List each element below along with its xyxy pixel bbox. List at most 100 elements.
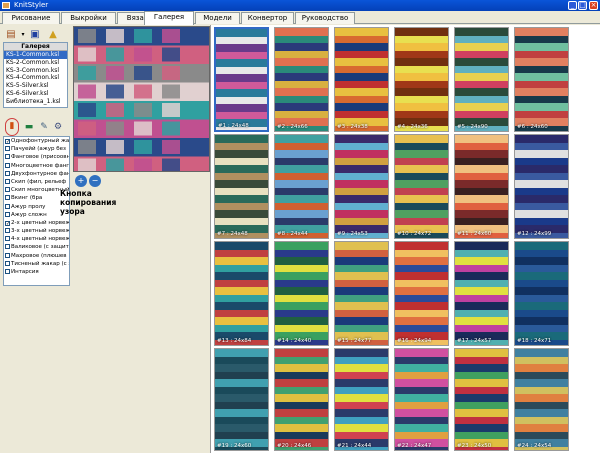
tab-models[interactable]: Модели: [195, 12, 240, 24]
pattern-thumbnail[interactable]: #19 : 24x60: [214, 348, 269, 451]
tab-patterns[interactable]: Выкройки: [61, 12, 116, 24]
list-item[interactable]: KS-2-Common.ksl: [4, 59, 67, 67]
export-icon[interactable]: ▬: [23, 120, 35, 134]
knit-type-item[interactable]: ✓Однофонтурный жак: [4, 137, 69, 145]
thumbnail-band: [455, 416, 508, 424]
list-item[interactable]: KS-1-Common.ksl: [4, 51, 67, 59]
zoom-out-icon[interactable]: −: [89, 175, 101, 187]
app-icon: [2, 2, 10, 9]
thumbnail-band: [335, 302, 388, 310]
thumbnail-band: [395, 287, 448, 295]
pattern-thumbnail[interactable]: #21 : 24x44: [334, 348, 389, 451]
thumbnail-band: [515, 287, 568, 295]
checkbox-icon[interactable]: [5, 154, 10, 160]
tab-converter[interactable]: Конвертор: [241, 12, 294, 24]
pattern-thumbnail[interactable]: #7 : 24x48: [214, 134, 269, 239]
checkbox-icon[interactable]: [5, 178, 10, 184]
minimize-button[interactable]: _: [568, 1, 577, 10]
zoom-in-icon[interactable]: +: [75, 175, 87, 187]
checkbox-icon[interactable]: [5, 244, 10, 250]
checkbox-icon[interactable]: [5, 162, 10, 168]
thumbnail-band: [215, 364, 268, 372]
checkbox-icon[interactable]: [5, 228, 10, 234]
pattern-thumbnail[interactable]: #9 : 24x53: [334, 134, 389, 239]
checkbox-icon[interactable]: [5, 146, 10, 152]
checkbox-icon[interactable]: [5, 211, 10, 217]
tab-drawing[interactable]: Рисование: [2, 12, 60, 24]
checkbox-checked-icon[interactable]: ✓: [5, 139, 10, 145]
pattern-thumbnail[interactable]: #4 : 24x36: [394, 27, 449, 132]
pattern-thumbnail[interactable]: #12 : 24x99: [514, 134, 569, 239]
thumbnail-label: #12 : 24x99: [517, 231, 552, 237]
thumbnail-band: [455, 379, 508, 387]
thumbnail-label: #20 : 24x46: [277, 443, 312, 449]
pattern-thumbnail[interactable]: #11 : 24x60: [454, 134, 509, 239]
knit-type-item[interactable]: Тисненый жакар (с з: [4, 260, 69, 268]
maximize-button[interactable]: □: [578, 1, 587, 10]
thumbnail-label: #6 : 24x60: [517, 124, 548, 130]
thumbnail-band: [335, 95, 388, 103]
checkbox-icon[interactable]: [5, 269, 10, 274]
knit-type-item[interactable]: Пачуейй (ажур без: [4, 145, 69, 153]
checkbox-icon[interactable]: [5, 260, 10, 266]
pattern-thumbnail[interactable]: #16 : 24x94: [394, 241, 449, 346]
checkbox-icon[interactable]: [5, 187, 10, 193]
pattern-thumbnail[interactable]: #6 : 24x60: [514, 27, 569, 132]
pattern-thumbnail[interactable]: #22 : 24x47: [394, 348, 449, 451]
knit-type-item[interactable]: ✓2-х цветный норвеж: [4, 219, 69, 227]
list-item[interactable]: KS-4-Common.ksl: [4, 74, 67, 82]
checkbox-icon[interactable]: [5, 236, 10, 242]
thumbnail-band: [515, 135, 568, 143]
pattern-thumbnail[interactable]: #15 : 24x77: [334, 241, 389, 346]
copy-pattern-icon[interactable]: ▮: [5, 118, 19, 136]
pattern-thumbnail[interactable]: #20 : 24x46: [274, 348, 329, 451]
knit-type-item[interactable]: 4-х цветный норвеж: [4, 235, 69, 243]
tab-guide[interactable]: Руководство: [295, 12, 355, 24]
checkbox-icon[interactable]: [5, 252, 10, 258]
list-item[interactable]: KS-6-Silver.ksl: [4, 90, 67, 98]
knit-type-item[interactable]: Интарсия: [4, 268, 69, 276]
checkbox-icon[interactable]: [5, 170, 10, 176]
thumbnail-band: [455, 364, 508, 372]
pattern-thumbnail[interactable]: #23 : 24x50: [454, 348, 509, 451]
knit-type-item[interactable]: Скип (фил, рельеф: [4, 178, 69, 186]
list-item[interactable]: KS-5-Silver.ksl: [4, 82, 67, 90]
close-button[interactable]: ×: [589, 1, 598, 10]
tab-gallery[interactable]: Галерея: [144, 11, 194, 25]
thumbnail-band: [275, 424, 328, 432]
knit-type-item[interactable]: 3-х цветный норвеж: [4, 227, 69, 235]
checkbox-icon[interactable]: [5, 203, 10, 209]
knit-type-item[interactable]: Двухфонтурное фан: [4, 170, 69, 178]
pattern-thumbnail[interactable]: #3 : 24x38: [334, 27, 389, 132]
pattern-thumbnail[interactable]: #14 : 24x40: [274, 241, 329, 346]
preview-motif: [190, 47, 208, 62]
tools-icon[interactable]: ✎: [38, 120, 50, 134]
list-item[interactable]: Библиотека_1.ksl: [4, 98, 67, 106]
pattern-thumbnail[interactable]: #17 : 24x57: [454, 241, 509, 346]
preview-motif: [162, 140, 180, 154]
thumbnail-label: #7 : 24x48: [217, 231, 248, 237]
knit-type-item[interactable]: Многоцветное фанг: [4, 162, 69, 170]
checkbox-icon[interactable]: [5, 195, 10, 201]
pattern-thumbnail[interactable]: #8 : 24x44: [274, 134, 329, 239]
knit-type-item[interactable]: Махровое (плюшев: [4, 252, 69, 260]
knit-type-item[interactable]: Фанговое (присоовн: [4, 153, 69, 161]
pattern-thumbnail[interactable]: #10 : 24x72: [394, 134, 449, 239]
pattern-thumbnail[interactable]: #18 : 24x71: [514, 241, 569, 346]
thumbnail-label: #22 : 24x47: [397, 443, 432, 449]
pattern-thumbnail[interactable]: #24 : 24x54: [514, 348, 569, 451]
pattern-thumbnail[interactable]: #5 : 24x90: [454, 27, 509, 132]
knit-type-item[interactable]: Валиковое (с защит: [4, 243, 69, 251]
thumbnail-band: [515, 294, 568, 302]
list-item[interactable]: KS-3-Common.ksl: [4, 67, 67, 75]
preview-motif: [190, 29, 208, 43]
pattern-thumbnail[interactable]: #2 : 24x66: [274, 27, 329, 132]
pattern-thumbnail[interactable]: #13 : 24x84: [214, 241, 269, 346]
tooltip: Кнопка копирования узора: [60, 189, 117, 216]
checkbox-checked-icon[interactable]: ✓: [5, 220, 10, 226]
thumbnail-band: [515, 172, 568, 180]
thumbnail-band: [335, 180, 388, 188]
settings-icon[interactable]: ⚙: [52, 120, 64, 134]
pattern-thumbnail[interactable]: #1 : 24x48: [214, 27, 269, 132]
thumbnail-band: [395, 65, 448, 73]
